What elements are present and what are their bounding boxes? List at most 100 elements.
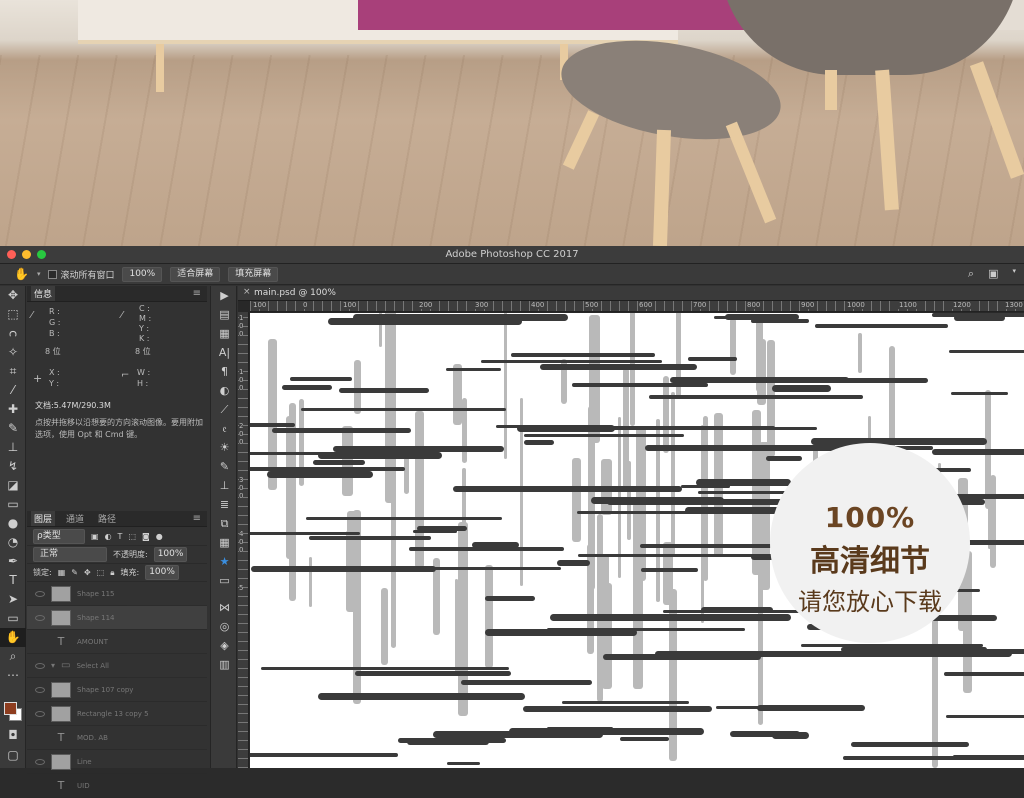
chevron-down-icon[interactable]: ▾: [51, 661, 55, 670]
play-action-icon[interactable]: ▶: [211, 286, 238, 305]
hand-tool-icon[interactable]: ✋: [0, 628, 26, 647]
search-icon[interactable]: ⌕: [968, 267, 974, 281]
close-icon[interactable]: ×: [243, 287, 251, 297]
layer-row[interactable]: T UID: [27, 774, 207, 798]
eraser-tool-icon[interactable]: ◪: [0, 476, 26, 495]
texture-stroke: [620, 737, 669, 741]
opacity-field[interactable]: 100%: [153, 547, 188, 562]
eye-icon[interactable]: [35, 590, 45, 597]
tab-paths[interactable]: 路径: [95, 511, 119, 526]
history-icon[interactable]: ▤: [211, 305, 238, 324]
layer-row[interactable]: T MOD. AB: [27, 726, 207, 750]
eye-icon[interactable]: [35, 614, 45, 621]
document-canvas[interactable]: 100% 高清细节 请您放心下载: [250, 313, 1024, 768]
magic-wand-tool-icon[interactable]: ✧: [0, 343, 26, 362]
ruler-label: 100: [252, 301, 268, 309]
zoom-100-button[interactable]: 100%: [122, 266, 163, 282]
type-filter-icon[interactable]: T: [118, 532, 123, 541]
gradient-tool-icon[interactable]: ▭: [0, 495, 26, 514]
paragraph-icon[interactable]: ¶: [211, 362, 238, 381]
brightness-icon[interactable]: ☀: [211, 438, 238, 457]
3d-icon[interactable]: ◎: [211, 617, 238, 636]
quick-mask-icon[interactable]: ◘: [0, 726, 26, 745]
adjustments-icon[interactable]: ◐: [211, 381, 238, 400]
document-tab[interactable]: × main.psd @ 100%: [238, 286, 1024, 301]
tab-info[interactable]: 信息: [31, 286, 56, 301]
transform-icon[interactable]: ⋈: [211, 598, 238, 617]
lock-all-icon[interactable]: 🔒︎: [110, 568, 114, 578]
marquee-tool-icon[interactable]: ⬚: [0, 305, 26, 324]
lock-pixels-icon[interactable]: ✎: [71, 568, 78, 577]
chevron-down-icon[interactable]: ▾: [1012, 267, 1016, 281]
brush-presets-icon[interactable]: ✎: [211, 457, 238, 476]
crop-tool-icon[interactable]: ⌗: [0, 362, 26, 381]
eye-icon[interactable]: [35, 735, 45, 741]
panel-menu-icon[interactable]: ≡: [193, 288, 201, 299]
screen-mode-icon[interactable]: ▢: [0, 746, 26, 765]
shape-filter-icon[interactable]: ⬚: [128, 532, 136, 541]
smart-object-filter-icon[interactable]: ◙: [142, 532, 150, 541]
fit-screen-button[interactable]: 适合屏幕: [170, 266, 221, 282]
tab-layers[interactable]: 图层: [31, 511, 56, 526]
layer-row[interactable]: Shape 115: [27, 582, 207, 606]
artboard-icon[interactable]: ▭: [211, 571, 238, 590]
path-selection-icon[interactable]: ➤: [0, 590, 26, 609]
more-tools-icon[interactable]: ⋯: [0, 666, 26, 685]
foreground-color-swatch[interactable]: [4, 702, 17, 715]
move-tool-icon[interactable]: ✥: [0, 286, 26, 305]
lock-artboard-icon[interactable]: ⬚: [97, 568, 105, 577]
curves-icon[interactable]: ⟋: [211, 400, 238, 419]
glyphs-icon[interactable]: 𝔢: [211, 419, 238, 438]
eye-icon[interactable]: [35, 758, 45, 765]
eye-icon[interactable]: [35, 662, 45, 669]
layer-row[interactable]: Rectangle 13 copy 5: [27, 702, 207, 726]
zoom-tool-icon[interactable]: ⌕: [0, 647, 26, 666]
rectangle-tool-icon[interactable]: ▭: [0, 609, 26, 628]
lasso-tool-icon[interactable]: ᴒ: [0, 324, 26, 343]
eye-icon[interactable]: [35, 710, 45, 717]
eyedropper-tool-icon[interactable]: ⁄: [0, 381, 26, 400]
layer-name: Rectangle 13 copy 5: [77, 709, 149, 718]
libraries-icon[interactable]: ★: [211, 552, 238, 571]
healing-tool-icon[interactable]: ✚: [0, 400, 26, 419]
grid-icon[interactable]: ▦: [211, 533, 238, 552]
dodge-tool-icon[interactable]: ◔: [0, 533, 26, 552]
tab-channels[interactable]: 通道: [63, 511, 87, 526]
layer-row[interactable]: Line: [27, 750, 207, 774]
texture-stroke: [772, 732, 809, 739]
character-icon[interactable]: A|: [211, 343, 238, 362]
type-tool-icon[interactable]: T: [0, 571, 26, 590]
layer-row[interactable]: ▾ ▭ Select All: [27, 654, 207, 678]
timeline-icon[interactable]: ⧉: [211, 514, 238, 533]
scroll-all-windows-checkbox[interactable]: 滚动所有窗口: [48, 268, 114, 281]
blur-tool-icon[interactable]: ●: [0, 514, 26, 533]
blend-mode-select[interactable]: 正常: [33, 547, 107, 562]
layer-filter-select[interactable]: ρ类型: [33, 528, 85, 544]
panel-menu-icon[interactable]: ≡: [193, 513, 201, 524]
eye-icon[interactable]: [35, 639, 45, 645]
adjustment-filter-icon[interactable]: ◐: [105, 532, 112, 541]
brush-tool-icon[interactable]: ✎: [0, 419, 26, 438]
clone-source-icon[interactable]: ⊥: [211, 476, 238, 495]
eye-icon[interactable]: [35, 783, 45, 789]
eye-icon[interactable]: [35, 686, 45, 693]
pen-tool-icon[interactable]: ✒: [0, 552, 26, 571]
filter-toggle-icon[interactable]: ●: [156, 532, 163, 541]
layer-row[interactable]: T AMOUNT: [27, 630, 207, 654]
hand-tool-icon[interactable]: ✋: [14, 267, 29, 281]
workspace-icon[interactable]: ▣: [988, 267, 998, 281]
fill-screen-button[interactable]: 填充屏幕: [228, 266, 279, 282]
layer-comps-icon[interactable]: ◈: [211, 636, 238, 655]
image-filter-icon[interactable]: ▣: [91, 532, 99, 541]
lock-transparency-icon[interactable]: ▦: [58, 568, 66, 577]
measurement-icon[interactable]: ▥: [211, 655, 238, 674]
lock-position-icon[interactable]: ✥: [84, 568, 91, 577]
chevron-down-icon[interactable]: ▾: [37, 270, 41, 278]
stamp-tool-icon[interactable]: ⊥: [0, 438, 26, 457]
fill-field[interactable]: 100%: [145, 565, 179, 580]
layer-row[interactable]: Shape 107 copy: [27, 678, 207, 702]
history-brush-icon[interactable]: ↯: [0, 457, 26, 476]
swatches-icon[interactable]: ▦: [211, 324, 238, 343]
properties-icon[interactable]: ≣: [211, 495, 238, 514]
layer-row[interactable]: Shape 114: [27, 606, 207, 630]
